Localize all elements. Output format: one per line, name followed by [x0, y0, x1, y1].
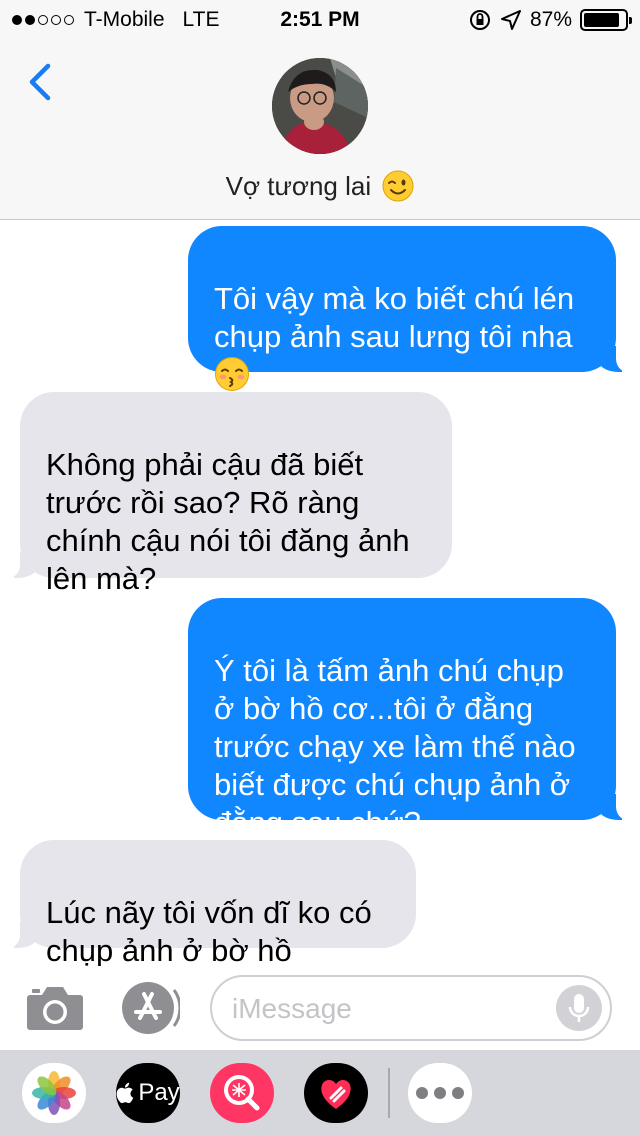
sent-message-bubble[interactable]: Ý tôi là tấm ảnh chú chụp ở bờ hồ cơ...t…	[188, 598, 640, 840]
image-search-button[interactable]	[210, 1063, 274, 1123]
camera-button[interactable]	[26, 983, 84, 1033]
imessage-app-drawer: Pay	[0, 1050, 640, 1136]
contact-avatar[interactable]	[272, 58, 368, 154]
app-store-icon	[122, 982, 180, 1034]
location-arrow-icon	[500, 10, 521, 30]
received-message-bubble[interactable]: Lúc nãy tôi vốn dĩ ko có chụp ảnh ở bờ h…	[0, 840, 416, 968]
message-input[interactable]	[232, 989, 552, 1029]
apple-pay-icon	[116, 1082, 134, 1104]
message-text: Lúc nãy tôi vốn dĩ ko có chụp ảnh ở bờ h…	[46, 895, 372, 968]
kissing-face-emoji	[215, 357, 249, 391]
message-text: Ý tôi là tấm ảnh chú chụp ở bờ hồ cơ...t…	[214, 653, 576, 840]
imessage-input-field[interactable]	[210, 975, 612, 1041]
chevron-left-icon	[29, 63, 51, 101]
conversation-header: Vợ tương lai	[0, 40, 640, 220]
microphone-icon	[568, 994, 590, 1022]
winking-face-emoji	[382, 170, 414, 202]
more-apps-icon	[416, 1087, 428, 1099]
image-search-icon	[224, 1075, 260, 1111]
status-right: 87%	[468, 8, 632, 32]
photos-app-button[interactable]	[22, 1063, 86, 1123]
photos-app-icon	[32, 1071, 76, 1115]
orientation-lock-icon	[469, 10, 490, 30]
status-bar: T-Mobile LTE 2:51 PM 87%	[0, 0, 640, 40]
sent-message-bubble[interactable]: Tôi vậy mà ko biết chú lén chụp ảnh sau …	[188, 226, 640, 391]
received-message-bubble[interactable]: Không phải cậu đã biết trước rồi sao? Rõ…	[0, 392, 452, 596]
contact-name-text: Vợ tương lai	[225, 171, 372, 201]
back-button[interactable]	[22, 60, 62, 104]
message-text: Không phải cậu đã biết trước rồi sao? Rõ…	[46, 447, 410, 596]
app-store-button[interactable]	[120, 980, 180, 1036]
apple-pay-label: Pay	[138, 1079, 180, 1106]
message-text: Tôi vậy mà ko biết chú lén chụp ảnh sau …	[214, 281, 575, 354]
digital-touch-heart-icon	[321, 1079, 351, 1109]
battery-icon	[580, 9, 632, 31]
digital-touch-button[interactable]	[304, 1063, 368, 1123]
apple-pay-button[interactable]: Pay	[116, 1063, 180, 1123]
more-apps-button[interactable]	[408, 1063, 472, 1123]
compose-bar	[0, 966, 640, 1050]
battery-percent: 87%	[529, 8, 572, 31]
camera-icon	[27, 987, 83, 1030]
contact-name[interactable]: Vợ tương lai	[0, 170, 640, 202]
drawer-divider	[388, 1068, 390, 1118]
battery-level	[584, 13, 619, 27]
microphone-button[interactable]	[556, 985, 602, 1031]
